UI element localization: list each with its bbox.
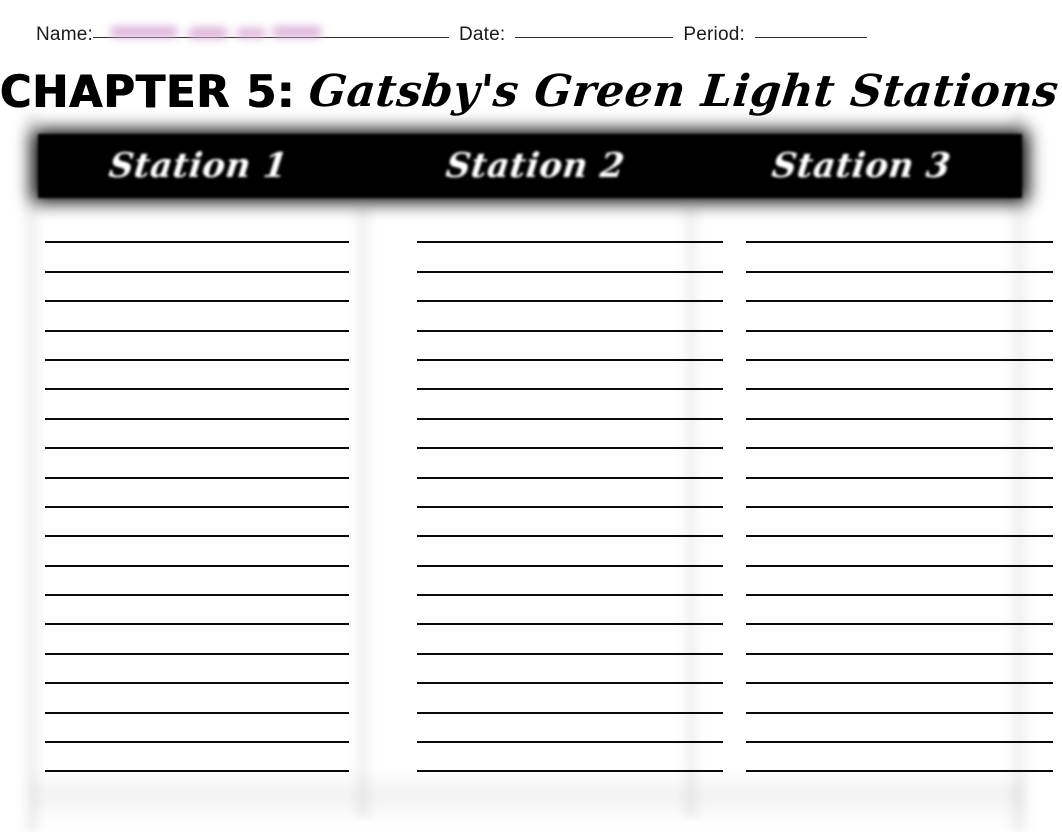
ruled-line[interactable] bbox=[746, 273, 1053, 303]
ruled-line[interactable] bbox=[417, 390, 723, 420]
writing-columns bbox=[0, 214, 1062, 814]
writing-column-2[interactable] bbox=[417, 214, 723, 814]
ruled-line[interactable] bbox=[417, 714, 723, 744]
writing-column-3[interactable] bbox=[746, 214, 1053, 814]
ruled-line[interactable] bbox=[746, 625, 1053, 655]
ruled-line[interactable] bbox=[417, 479, 723, 508]
worksheet-page: Name: Date: Period: CHAPTER 5: Gatsby's … bbox=[0, 0, 1062, 832]
name-input-line[interactable] bbox=[92, 37, 449, 38]
ruled-line[interactable] bbox=[746, 714, 1053, 744]
ruled-line[interactable] bbox=[417, 449, 723, 479]
ruled-line[interactable] bbox=[45, 743, 349, 773]
ruled-line[interactable] bbox=[45, 420, 349, 450]
ruled-line[interactable] bbox=[746, 302, 1053, 332]
ruled-line[interactable] bbox=[746, 332, 1053, 361]
ruled-line[interactable] bbox=[746, 508, 1053, 538]
ruled-line[interactable] bbox=[45, 508, 349, 538]
chapter-title: CHAPTER 5: bbox=[1, 65, 300, 117]
ruled-line[interactable] bbox=[417, 743, 723, 773]
ruled-lines-1 bbox=[45, 214, 349, 802]
ruled-line[interactable] bbox=[45, 273, 349, 303]
ruled-line[interactable] bbox=[746, 655, 1053, 685]
ruled-line[interactable] bbox=[417, 567, 723, 597]
ruled-line[interactable] bbox=[417, 332, 723, 361]
station-header-3: Station 3 bbox=[770, 146, 954, 186]
ruled-line[interactable] bbox=[45, 214, 349, 244]
student-info-row: Name: Date: Period: bbox=[0, 24, 1062, 54]
ruled-line[interactable] bbox=[45, 772, 349, 801]
ruled-line[interactable] bbox=[45, 361, 349, 391]
writing-column-1[interactable] bbox=[45, 214, 394, 814]
ruled-line[interactable] bbox=[417, 214, 723, 244]
ruled-line[interactable] bbox=[417, 772, 723, 801]
ruled-line[interactable] bbox=[417, 537, 723, 567]
ruled-line[interactable] bbox=[45, 596, 349, 626]
date-label: Date: bbox=[458, 24, 506, 45]
ruled-line[interactable] bbox=[746, 684, 1053, 714]
ruled-line[interactable] bbox=[45, 567, 349, 597]
ruled-line[interactable] bbox=[746, 567, 1053, 597]
ruled-line[interactable] bbox=[746, 596, 1053, 626]
ruled-line[interactable] bbox=[746, 390, 1053, 420]
ruled-line[interactable] bbox=[746, 537, 1053, 567]
ruled-line[interactable] bbox=[417, 361, 723, 391]
ruled-line[interactable] bbox=[417, 273, 723, 303]
ruled-line[interactable] bbox=[746, 743, 1053, 773]
ruled-line[interactable] bbox=[45, 302, 349, 332]
station-header-band: Station 1 Station 2 Station 3 bbox=[0, 112, 1062, 214]
ruled-line[interactable] bbox=[417, 655, 723, 685]
ruled-line[interactable] bbox=[417, 684, 723, 714]
ruled-line[interactable] bbox=[45, 684, 349, 714]
ruled-line[interactable] bbox=[45, 243, 349, 273]
station-header-1: Station 1 bbox=[106, 146, 290, 186]
ruled-line[interactable] bbox=[45, 449, 349, 479]
ruled-line[interactable] bbox=[746, 243, 1053, 273]
ruled-line[interactable] bbox=[417, 243, 723, 273]
ruled-lines-3 bbox=[746, 214, 1053, 802]
ruled-line[interactable] bbox=[746, 449, 1053, 479]
ruled-line[interactable] bbox=[746, 772, 1053, 801]
ruled-line[interactable] bbox=[417, 420, 723, 450]
name-label: Name: bbox=[36, 24, 93, 45]
worksheet-subtitle: Gatsby's Green Light Stations bbox=[306, 65, 1062, 117]
station-header-bar: Station 1 Station 2 Station 3 bbox=[38, 134, 1022, 198]
ruled-line[interactable] bbox=[746, 361, 1053, 391]
ruled-line[interactable] bbox=[45, 714, 349, 744]
ruled-line[interactable] bbox=[746, 479, 1053, 508]
ruled-line[interactable] bbox=[417, 625, 723, 655]
ruled-line[interactable] bbox=[45, 479, 349, 508]
ruled-line[interactable] bbox=[417, 596, 723, 626]
ruled-line[interactable] bbox=[45, 390, 349, 420]
station-header-2: Station 2 bbox=[443, 146, 627, 186]
ruled-line[interactable] bbox=[45, 625, 349, 655]
ruled-line[interactable] bbox=[45, 332, 349, 361]
period-input-line[interactable] bbox=[755, 37, 867, 38]
period-label: Period: bbox=[683, 24, 745, 45]
ruled-line[interactable] bbox=[417, 508, 723, 538]
ruled-line[interactable] bbox=[45, 655, 349, 685]
date-input-line[interactable] bbox=[515, 37, 674, 38]
ruled-line[interactable] bbox=[746, 214, 1053, 244]
ruled-line[interactable] bbox=[45, 537, 349, 567]
ruled-line[interactable] bbox=[746, 420, 1053, 450]
ruled-lines-2 bbox=[417, 214, 723, 802]
ruled-line[interactable] bbox=[417, 302, 723, 332]
